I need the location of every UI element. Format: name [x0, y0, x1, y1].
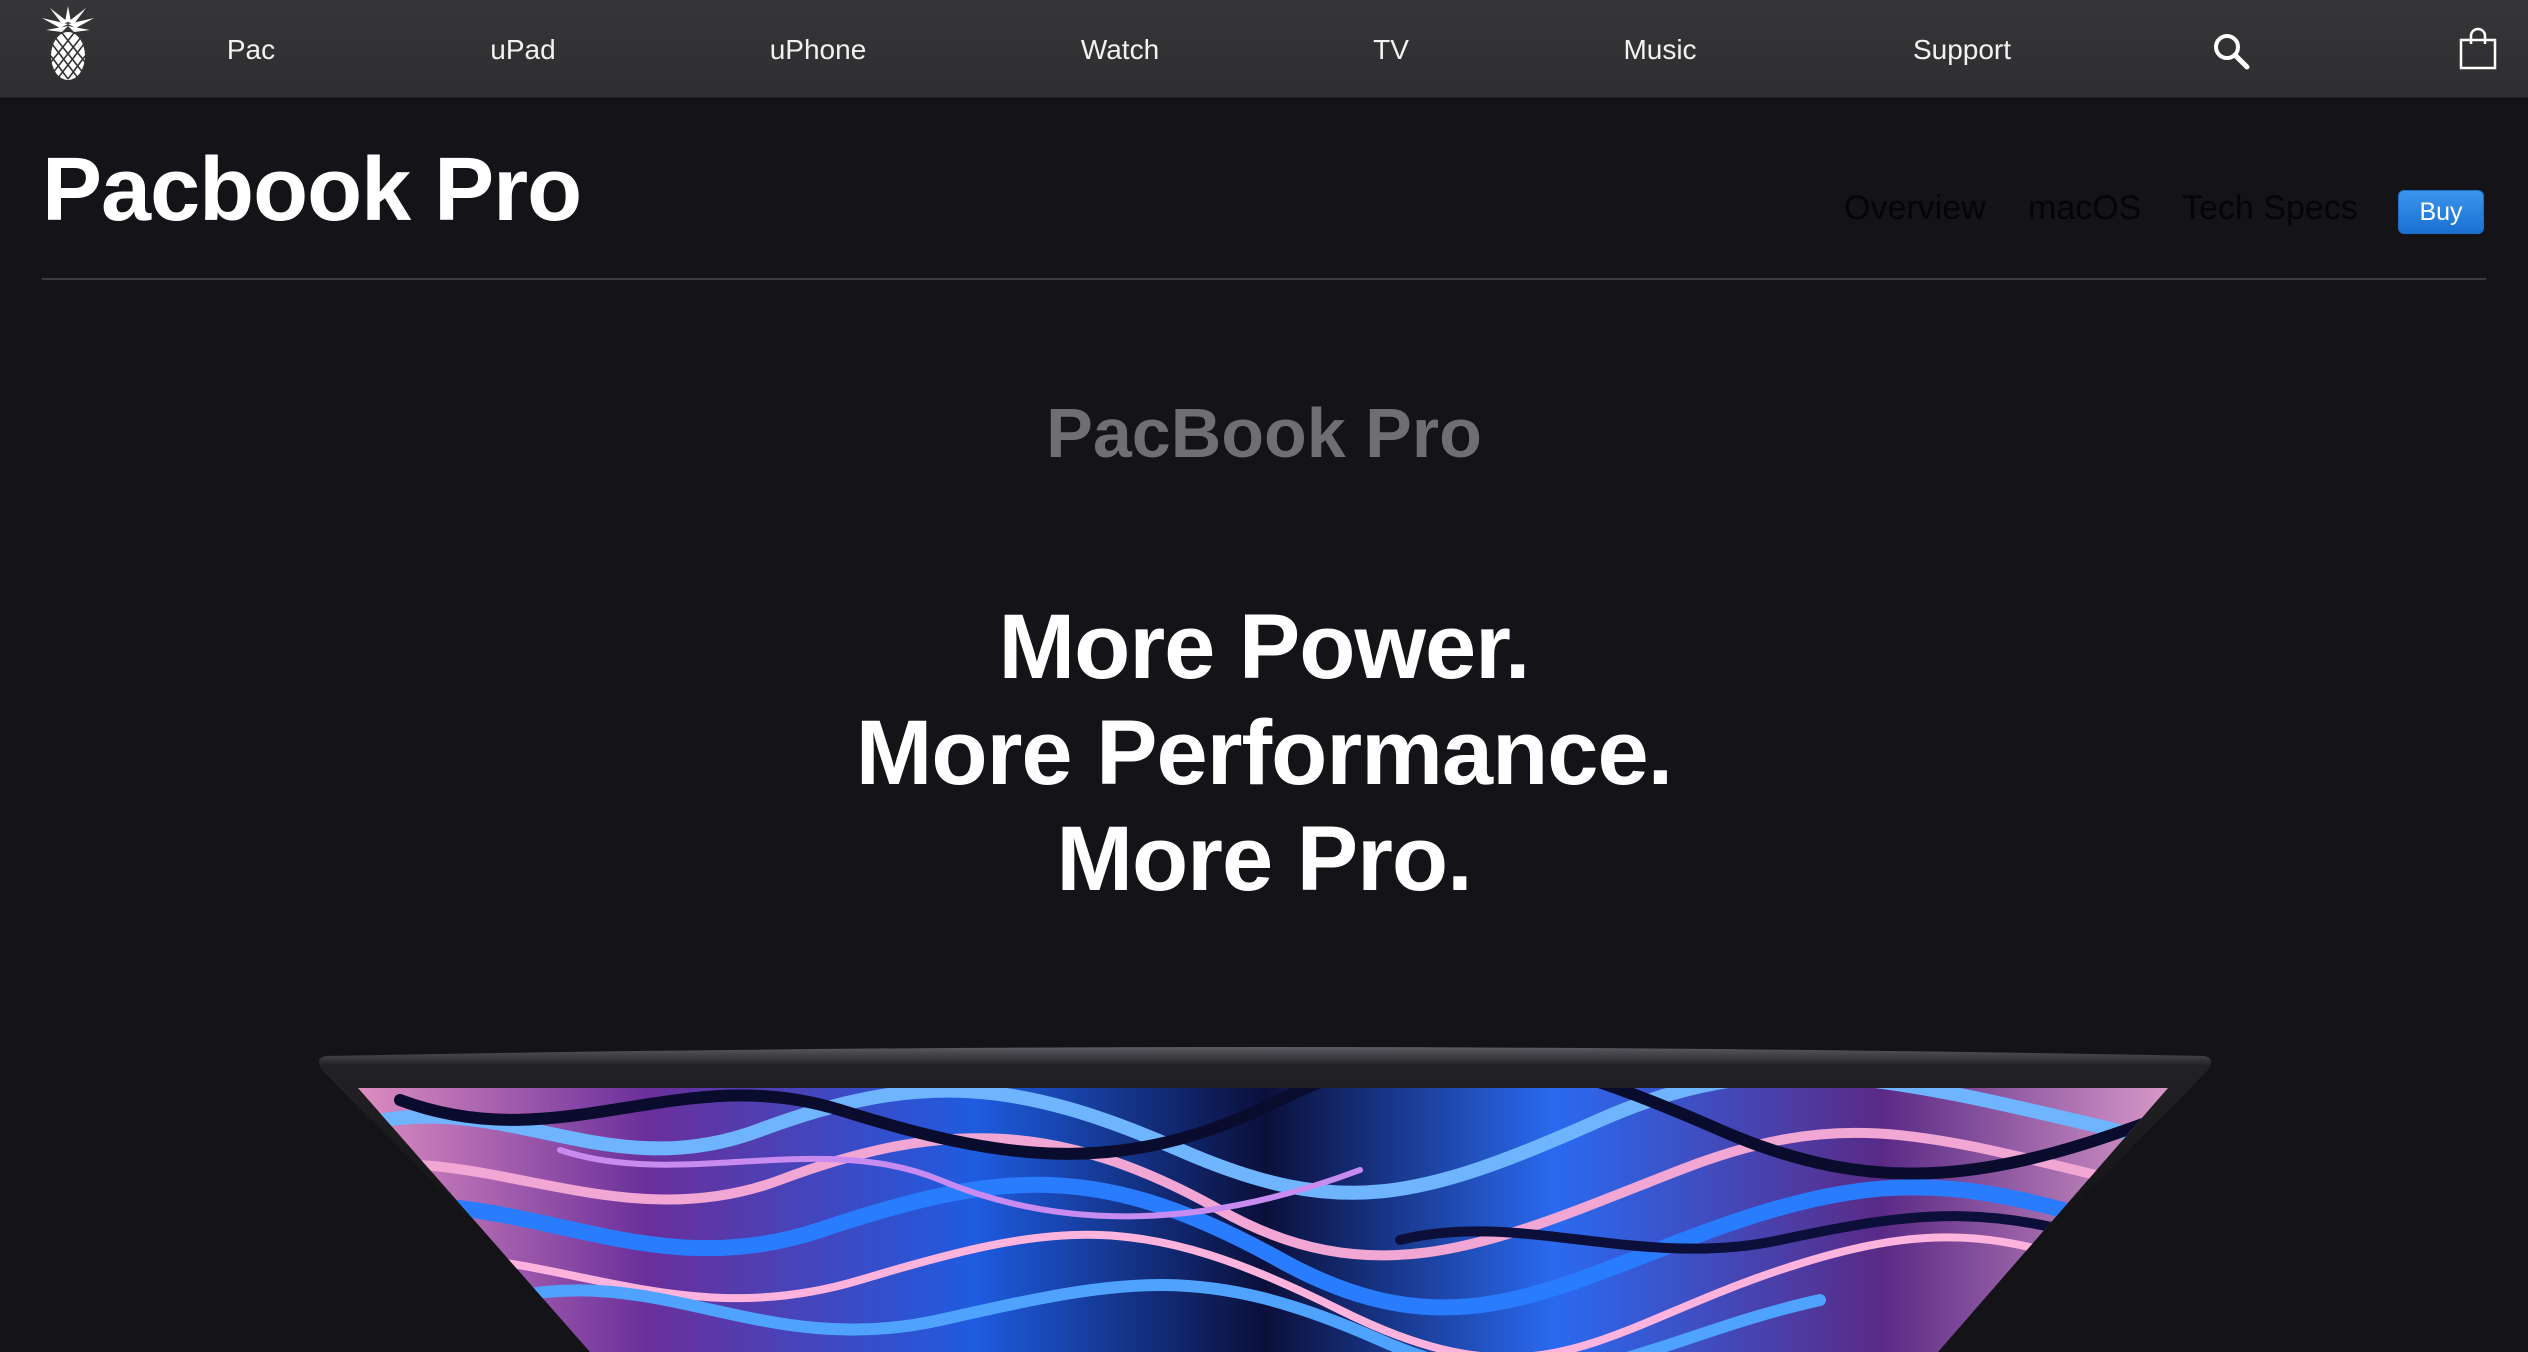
local-link-macos[interactable]: macOS [2028, 188, 2141, 228]
nav-item-support[interactable]: Support [1913, 30, 2011, 70]
local-link-overview[interactable]: Overview [1844, 188, 1986, 228]
shopping-bag-icon[interactable] [2458, 26, 2498, 70]
laptop-screen-image [318, 1047, 2212, 1352]
local-link-tech-specs[interactable]: Tech Specs [2182, 188, 2358, 228]
nav-item-upad[interactable]: uPad [490, 30, 555, 70]
nav-item-pac[interactable]: Pac [227, 30, 275, 70]
pineapple-logo-icon[interactable] [38, 4, 98, 84]
hero-eyebrow: PacBook Pro [1046, 394, 1482, 472]
product-title: Pacbook Pro [42, 140, 582, 240]
nav-item-tv[interactable]: TV [1373, 30, 1409, 70]
nav-item-music[interactable]: Music [1623, 30, 1696, 70]
headline-line-3: More Pro. [1056, 808, 1472, 910]
hero-headline: More Power. More Performance. More Pro. [0, 594, 2528, 912]
nav-item-uphone[interactable]: uPhone [770, 30, 867, 70]
buy-button[interactable]: Buy [2398, 190, 2484, 234]
search-icon[interactable] [2212, 32, 2252, 72]
headline-line-2: More Performance. [855, 702, 1673, 804]
global-nav: Pac uPad uPhone Watch TV Music Support [0, 0, 2528, 98]
headline-line-1: More Power. [998, 596, 1531, 698]
local-nav: Pacbook Pro Overview macOS Tech Specs Bu… [42, 98, 2486, 280]
nav-item-watch[interactable]: Watch [1081, 30, 1159, 70]
